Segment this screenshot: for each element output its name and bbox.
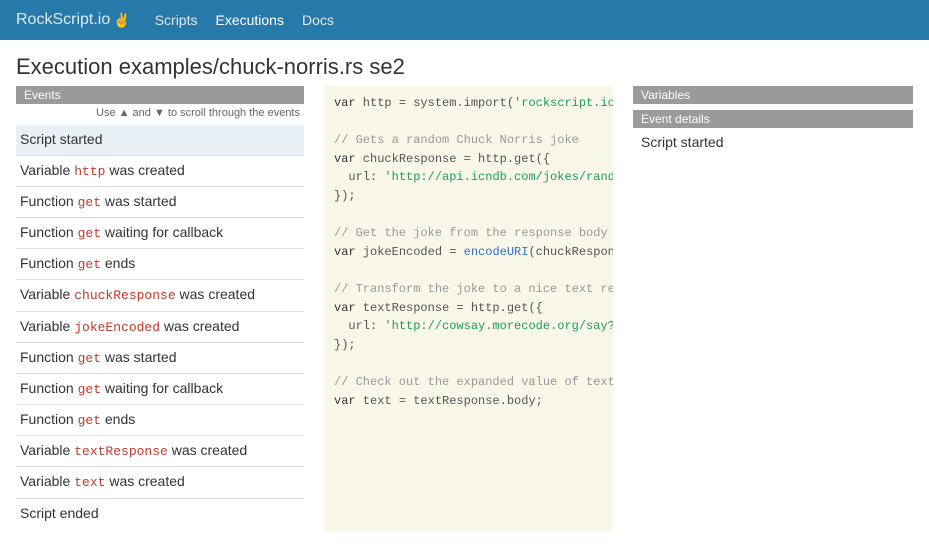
details-header: Event details [633,110,913,128]
event-prefix: Function [20,224,78,240]
hand-rock-icon: ✌ [113,12,130,29]
event-suffix: was created [176,286,255,302]
event-code: get [78,382,101,397]
code-line [334,206,603,225]
code-line [334,261,603,280]
code-line: url: 'http://cowsay.morecode.org/say?mes… [334,317,603,336]
events-hint: Use ▲ and ▼ to scroll through the events [16,104,304,125]
event-prefix: Function [20,380,78,396]
event-suffix: was created [105,162,184,178]
event-code: jokeEncoded [74,320,160,335]
event-suffix: waiting for callback [101,224,223,240]
event-prefix: Function [20,255,78,271]
event-item[interactable]: Variable jokeEncoded was created [16,312,304,343]
event-code: get [78,351,101,366]
page-title: Execution examples/chuck-norris.rs se2 [0,40,929,86]
main-container: Events Use ▲ and ▼ to scroll through the… [0,86,929,547]
event-suffix: was started [101,193,176,209]
event-code: get [78,226,101,241]
event-prefix: Variable [20,318,74,334]
event-suffix: ends [101,255,135,271]
event-suffix: was created [168,442,247,458]
event-code: get [78,413,101,428]
code-line: // Get the joke from the response body [334,224,603,243]
events-list: Script startedVariable http was createdF… [16,125,304,528]
code-line: url: 'http://api.icndb.com/jokes/random' [334,168,603,187]
details-text: Script started [633,128,913,156]
event-item[interactable]: Function get ends [16,405,304,436]
event-item[interactable]: Function get waiting for callback [16,218,304,249]
code-line: // Transform the joke to a nice text rep… [334,280,603,299]
event-code: chuckResponse [74,288,175,303]
nav-docs[interactable]: Docs [302,12,334,28]
event-item[interactable]: Variable chuckResponse was created [16,280,304,311]
event-item[interactable]: Function get ends [16,249,304,280]
navbar: RockScript.io ✌ Scripts Executions Docs [0,0,929,40]
code-line: var http = system.import('rockscript.io/… [334,94,603,113]
events-header: Events [16,86,304,104]
event-suffix: waiting for callback [101,380,223,396]
code-line: }); [334,187,603,206]
event-code: get [78,257,101,272]
nav-scripts[interactable]: Scripts [155,12,198,28]
right-panels: Variables Event details Script started [633,86,913,156]
brand: RockScript.io ✌ [16,11,131,29]
event-code: text [74,475,105,490]
event-item[interactable]: Script started [16,125,304,156]
event-item[interactable]: Variable http was created [16,156,304,187]
code-line: var text = textResponse.body; [334,392,603,411]
event-prefix: Variable [20,286,74,302]
code-line [334,113,603,132]
event-item[interactable]: Script ended [16,499,304,529]
code-line: var jokeEncoded = encodeURI(chuckRespons… [334,243,603,262]
events-panel: Events Use ▲ and ▼ to scroll through the… [16,86,304,528]
code-line: // Gets a random Chuck Norris joke [334,131,603,150]
event-suffix: ends [101,411,135,427]
variables-header: Variables [633,86,913,104]
event-prefix: Variable [20,162,74,178]
code-line: }); [334,336,603,355]
code-line: var textResponse = http.get({ [334,299,603,318]
event-prefix: Variable [20,442,74,458]
event-code: http [74,164,105,179]
nav-executions[interactable]: Executions [215,12,283,28]
event-item[interactable]: Variable text was created [16,467,304,498]
event-code: textResponse [74,444,168,459]
code-line: // Check out the expanded value of text [334,373,603,392]
event-item[interactable]: Function get was started [16,187,304,218]
event-prefix: Function [20,411,78,427]
event-item[interactable]: Variable textResponse was created [16,436,304,467]
event-suffix: was created [160,318,239,334]
event-suffix: was started [101,349,176,365]
code-line [334,354,603,373]
code-viewer: var http = system.import('rockscript.io/… [324,86,613,531]
event-prefix: Function [20,349,78,365]
event-prefix: Function [20,193,78,209]
event-prefix: Variable [20,473,74,489]
brand-text: RockScript.io [16,11,110,29]
event-suffix: was created [105,473,184,489]
code-line: var chuckResponse = http.get({ [334,150,603,169]
event-item[interactable]: Function get was started [16,343,304,374]
event-code: get [78,195,101,210]
event-item[interactable]: Function get waiting for callback [16,374,304,405]
code-panel: var http = system.import('rockscript.io/… [324,86,613,531]
